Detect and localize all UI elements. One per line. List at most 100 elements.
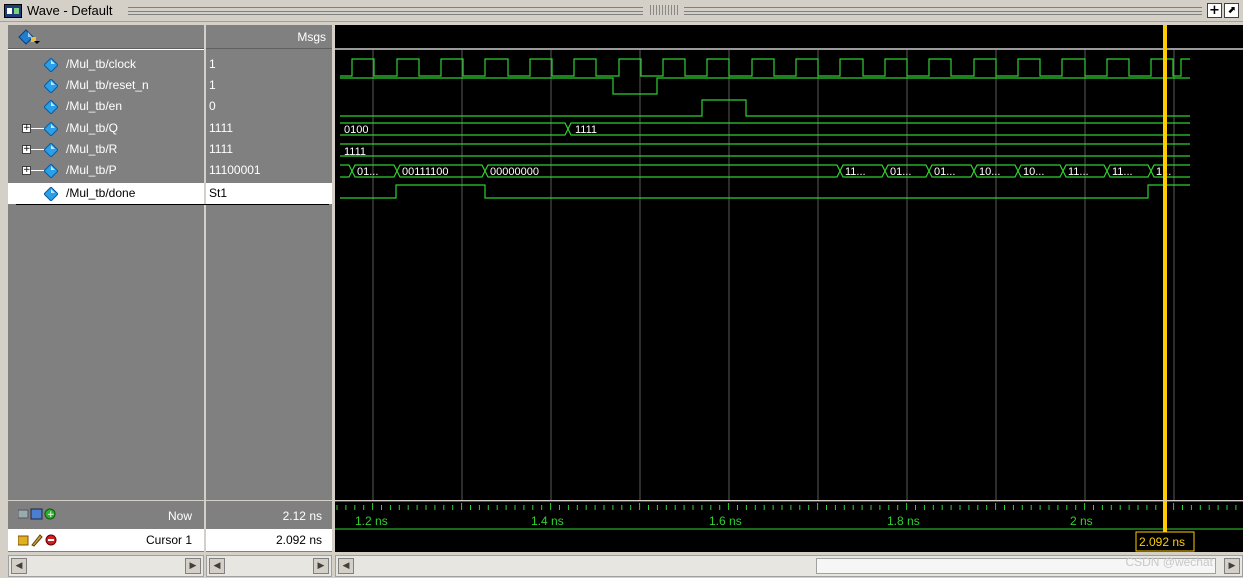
tick-label: 1.2 ns [355, 514, 388, 528]
signal-value: 1111 [209, 121, 234, 135]
signal-name: /Mul_tb/done [66, 186, 136, 200]
signal-diamond-icon [44, 79, 58, 93]
value-row[interactable]: St1 [206, 183, 332, 204]
value-row[interactable]: 1 [206, 54, 332, 75]
signal-diamond-icon [44, 164, 58, 178]
p-bus-label: 01... [934, 166, 955, 178]
signal-dropdown-icon[interactable] [18, 29, 40, 45]
cursor-value-row[interactable]: 2.092 ns [206, 529, 332, 551]
window-title-bar: Wave - Default + ⬈ [0, 0, 1243, 22]
q-bus-label: 0100 [344, 124, 368, 136]
cursor-row[interactable]: Cursor 1 [8, 529, 204, 551]
signal-name: /Mul_tb/P [66, 163, 117, 177]
undock-button[interactable]: ⬈ [1224, 3, 1239, 18]
cursor-marker-label: 2.092 ns [1139, 535, 1185, 549]
time-ruler-canvas[interactable]: 1.2 ns 1.4 ns 1.6 ns 1.8 ns 2 ns 2.092 n… [335, 500, 1243, 552]
value-row[interactable]: 0 [206, 96, 332, 117]
p-bus-label: 10... [1023, 166, 1044, 178]
now-label: Now [167, 509, 192, 523]
r-bus-label: 1111 [344, 146, 366, 158]
waveform-canvas[interactable]: 0100 1111 1111 01... 00111100 00000000 1… [335, 25, 1243, 500]
value-row[interactable]: 1111 [206, 118, 332, 139]
p-bus-label: 01... [357, 166, 378, 178]
p-bus-label: 11... [1112, 166, 1133, 178]
ruler-labels: 1.2 ns 1.4 ns 1.6 ns 1.8 ns 2 ns [355, 514, 1093, 528]
timeline-values-pane: 2.12 ns 2.092 ns [206, 501, 332, 552]
signal-value: 1 [209, 57, 216, 71]
cursor-name: Cursor 1 [145, 533, 192, 547]
add-pane-button[interactable]: + [1207, 3, 1222, 18]
values-scrollbar[interactable]: ◀ ▶ [206, 555, 332, 577]
scroll-right-icon[interactable]: ▶ [185, 558, 201, 574]
signal-row-p[interactable]: + /Mul_tb/P [8, 160, 204, 181]
cursor-line[interactable] [1163, 25, 1167, 500]
signal-name: /Mul_tb/en [66, 99, 123, 113]
signal-diamond-icon [44, 122, 58, 136]
names-scrollbar[interactable]: ◀ ▶ [8, 555, 204, 577]
p-bus-label: 00111100 [402, 166, 449, 178]
signal-row-en[interactable]: /Mul_tb/en [8, 96, 204, 117]
scroll-right-icon[interactable]: ▶ [313, 558, 329, 574]
cursor-line-ruler[interactable] [1163, 501, 1167, 534]
scroll-left-icon[interactable]: ◀ [209, 558, 225, 574]
wave-q-bus [340, 122, 1190, 136]
cursor-value: 2.092 ns [275, 533, 322, 547]
signal-diamond-icon [44, 143, 58, 157]
scroll-left-icon[interactable]: ◀ [11, 558, 27, 574]
signal-name: /Mul_tb/R [66, 142, 118, 156]
signal-row-done[interactable]: /Mul_tb/done [8, 183, 204, 204]
selection-separator [16, 204, 329, 205]
wave-header [335, 25, 1243, 48]
signal-diamond-icon [44, 58, 58, 72]
signal-value: 1 [209, 78, 216, 92]
msgs-label: Msgs [297, 30, 326, 44]
p-bus-label: 00000000 [490, 166, 539, 178]
expand-icon[interactable]: + [22, 166, 31, 175]
tick-label: 1.8 ns [887, 514, 920, 528]
time-ruler[interactable]: 1.2 ns 1.4 ns 1.6 ns 1.8 ns 2 ns 2.092 n… [335, 500, 1243, 552]
signal-value: 0 [209, 99, 216, 113]
wave-reset-n [340, 77, 1190, 95]
wave-window-icon [4, 4, 22, 18]
title-grip-left [128, 7, 643, 15]
value-row[interactable]: 11100001 [206, 160, 332, 181]
signal-diamond-icon [44, 100, 58, 114]
expand-icon[interactable]: + [22, 124, 31, 133]
scroll-right-icon[interactable]: ▶ [1224, 558, 1240, 574]
expand-icon[interactable]: + [22, 145, 31, 154]
p-bus-label: 10... [979, 166, 1000, 178]
value-row[interactable]: 1 [206, 75, 332, 96]
wave-done [340, 184, 1190, 199]
signal-name: /Mul_tb/Q [66, 121, 119, 135]
signal-row-clock[interactable]: /Mul_tb/clock [8, 54, 204, 75]
scroll-left-icon[interactable]: ◀ [338, 558, 354, 574]
timeline-labels-pane: + Now Cursor 1 [8, 501, 204, 552]
drag-handle[interactable] [650, 5, 678, 15]
signal-names-pane: /Mul_tb/clock /Mul_tb/reset_n /Mul_tb/en… [8, 25, 204, 500]
grid-lines [372, 50, 1175, 500]
values-header: Msgs [206, 25, 332, 49]
p-bus-label: 11... [1068, 166, 1089, 178]
add-cursor-icons[interactable]: + [18, 507, 62, 521]
wave-clock [340, 58, 1190, 77]
signal-row-q[interactable]: + /Mul_tb/Q [8, 118, 204, 139]
signal-value: St1 [209, 186, 228, 200]
signal-name: /Mul_tb/reset_n [66, 78, 149, 92]
q-bus-label: 1111 [575, 124, 597, 136]
signal-list: /Mul_tb/clock /Mul_tb/reset_n /Mul_tb/en… [8, 50, 204, 500]
bus-labels: 0100 1111 1111 01... 00111100 00000000 1… [344, 124, 1171, 178]
signal-row-r[interactable]: + /Mul_tb/R [8, 139, 204, 160]
waveform-pane[interactable]: 0100 1111 1111 01... 00111100 00000000 1… [335, 25, 1243, 500]
watermark: CSDN @wechat [1125, 555, 1213, 569]
tree-connector [31, 170, 44, 171]
value-row[interactable]: 1111 [206, 139, 332, 160]
wave-scrollbar[interactable]: ◀ ▶ [335, 555, 1243, 577]
signal-name: /Mul_tb/clock [66, 57, 137, 71]
tick-label: 2 ns [1070, 514, 1093, 528]
signal-row-reset-n[interactable]: /Mul_tb/reset_n [8, 75, 204, 96]
title-grip-right [684, 7, 1202, 15]
cursor-tools-icons[interactable] [18, 533, 62, 547]
svg-text:+: + [47, 510, 55, 520]
waveforms [340, 58, 1190, 199]
window-title: Wave - Default [27, 3, 113, 18]
